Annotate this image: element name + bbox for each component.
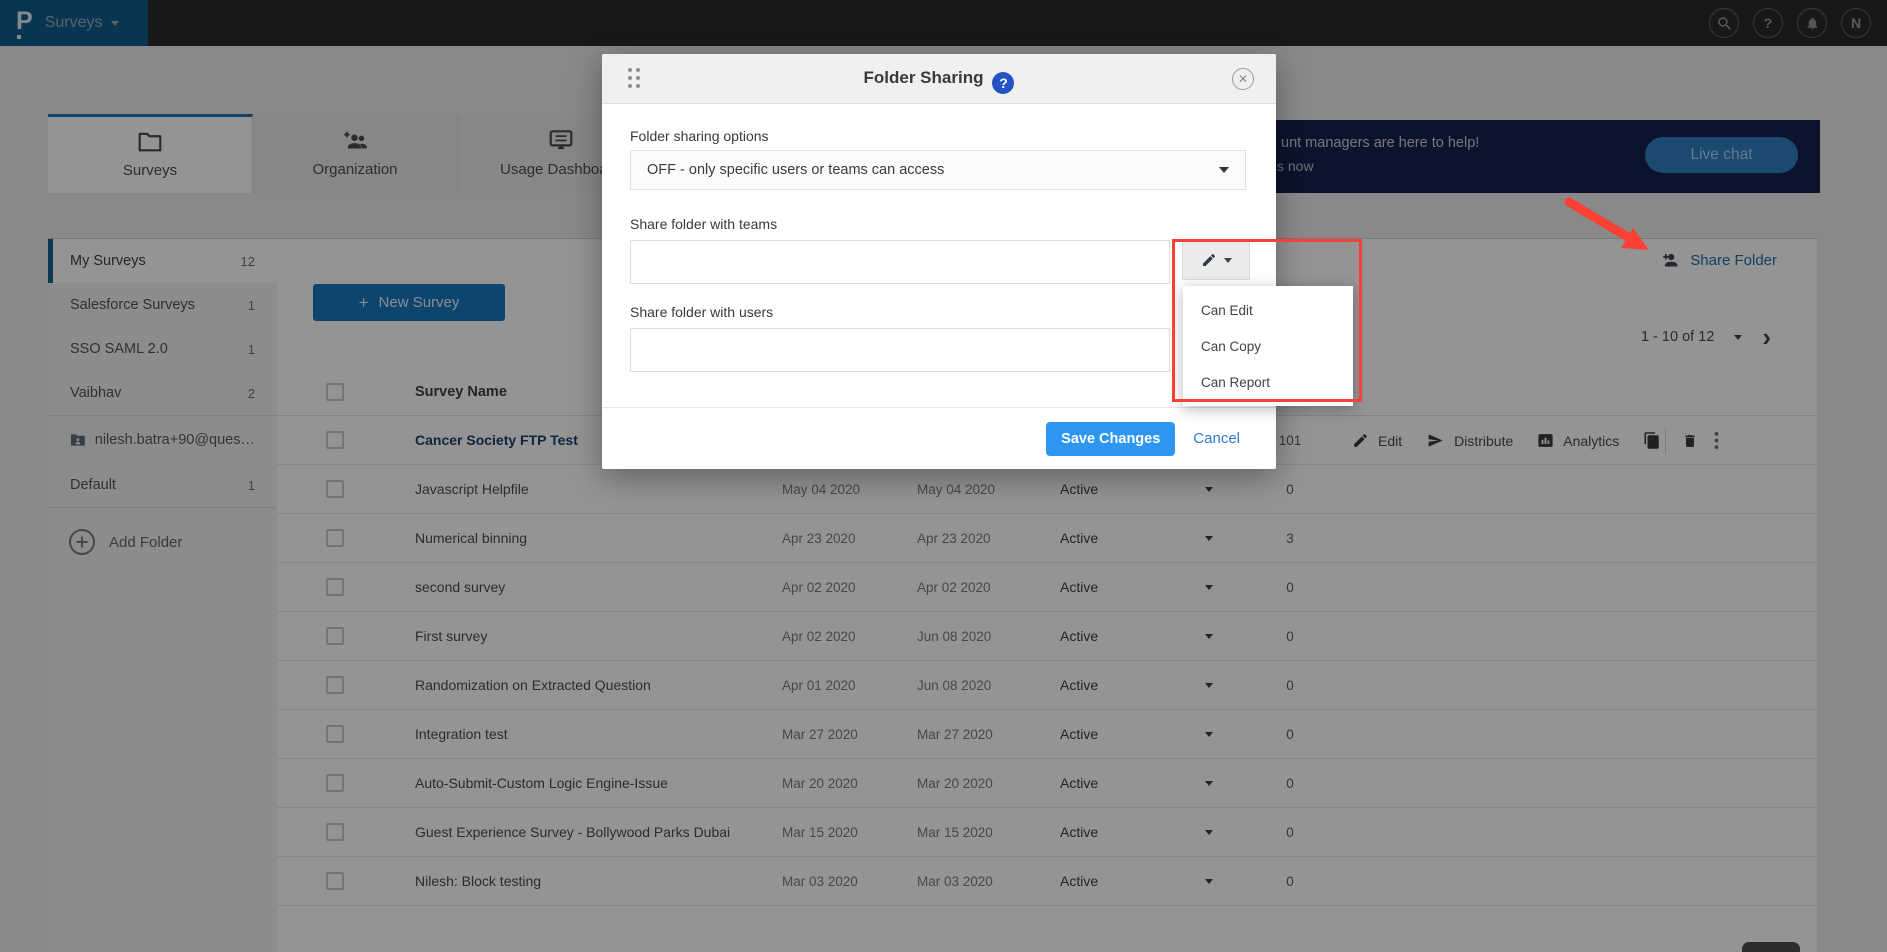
annotation-arrow: [1555, 196, 1675, 266]
annotation-highlight-rect: [1172, 239, 1362, 402]
share-users-label: Share folder with users: [630, 304, 773, 320]
close-icon[interactable]: ✕: [1232, 68, 1254, 90]
share-teams-label: Share folder with teams: [630, 216, 777, 232]
modal-title: Folder Sharing?: [602, 68, 1276, 94]
chevron-down-icon: [1219, 167, 1229, 173]
share-users-input[interactable]: [630, 328, 1170, 372]
modal-title-text: Folder Sharing: [864, 68, 984, 87]
sharing-options-select[interactable]: OFF - only specific users or teams can a…: [630, 150, 1246, 190]
save-changes-button[interactable]: Save Changes: [1046, 422, 1175, 456]
help-badge-icon[interactable]: ?: [992, 72, 1014, 94]
modal-footer: Save Changes Cancel: [602, 407, 1276, 469]
share-teams-input[interactable]: [630, 240, 1170, 284]
sharing-options-value: OFF - only specific users or teams can a…: [647, 162, 944, 178]
modal-header: Folder Sharing? ✕: [602, 54, 1276, 104]
app-canvas: P Surveys ? N Surveys Organization: [0, 0, 1887, 952]
cancel-button[interactable]: Cancel: [1193, 430, 1240, 447]
sharing-options-label: Folder sharing options: [630, 128, 769, 144]
